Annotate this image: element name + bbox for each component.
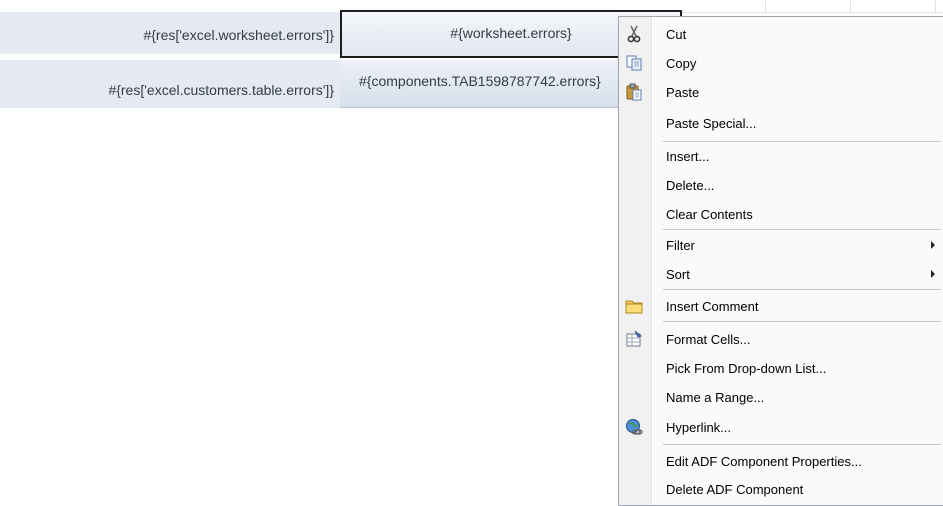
menu-item-label: Insert...: [666, 148, 710, 164]
menu-item-label: Paste Special...: [666, 115, 757, 131]
menu-item-insert[interactable]: Insert...: [619, 142, 943, 170]
grid-line: [850, 0, 851, 12]
menu-item-copy[interactable]: Copy: [619, 49, 943, 77]
scissors-icon: [625, 25, 643, 43]
comment-folder-icon: [625, 297, 643, 315]
submenu-arrow-icon: [931, 270, 935, 278]
hyperlink-globe-icon: [625, 418, 643, 436]
menu-item-paste-special[interactable]: Paste Special...: [619, 109, 943, 137]
menu-separator: [663, 321, 941, 323]
grid-line: [680, 12, 943, 13]
menu-item-label: Format Cells...: [666, 331, 751, 347]
menu-item-name-range[interactable]: Name a Range...: [619, 383, 943, 411]
clipboard-paste-icon: [625, 83, 643, 101]
menu-item-edit-adf-properties[interactable]: Edit ADF Component Properties...: [619, 447, 943, 475]
menu-item-label: Pick From Drop-down List...: [666, 360, 827, 376]
menu-item-paste[interactable]: Paste: [619, 78, 943, 106]
menu-item-label: Filter: [666, 237, 695, 253]
menu-item-sort[interactable]: Sort: [619, 260, 943, 288]
cell-customers-table-errors-label[interactable]: #{res['excel.customers.table.errors']}: [0, 60, 340, 108]
menu-item-label: Hyperlink...: [666, 419, 732, 435]
menu-separator: [663, 289, 941, 291]
menu-item-label: Copy: [666, 55, 697, 71]
menu-item-format-cells[interactable]: Format Cells...: [619, 325, 943, 353]
context-menu: Cut Copy Paste Paste Special... Insert..…: [618, 16, 943, 506]
grid-line: [935, 0, 936, 12]
grid-line: [765, 0, 766, 12]
menu-separator: [663, 229, 941, 231]
menu-item-label: Cut: [666, 26, 687, 42]
menu-item-filter[interactable]: Filter: [619, 231, 943, 259]
menu-item-label: Edit ADF Component Properties...: [666, 453, 862, 469]
menu-item-label: Name a Range...: [666, 389, 765, 405]
menu-item-label: Insert Comment: [666, 298, 759, 314]
menu-item-label: Sort: [666, 266, 690, 282]
menu-item-delete[interactable]: Delete...: [619, 171, 943, 199]
menu-item-pick-dropdown[interactable]: Pick From Drop-down List...: [619, 354, 943, 382]
menu-item-delete-adf-component[interactable]: Delete ADF Component: [619, 475, 943, 503]
menu-item-hyperlink[interactable]: Hyperlink...: [619, 413, 943, 441]
menu-item-label: Delete ADF Component: [666, 481, 804, 497]
format-cells-icon: [625, 330, 643, 348]
menu-separator: [663, 444, 941, 446]
menu-item-label: Delete...: [666, 177, 715, 193]
menu-item-label: Paste: [666, 84, 700, 100]
menu-item-cut[interactable]: Cut: [619, 20, 943, 48]
copy-icon: [625, 54, 643, 72]
submenu-arrow-icon: [931, 241, 935, 249]
menu-item-insert-comment[interactable]: Insert Comment: [619, 292, 943, 320]
cell-worksheet-errors-label[interactable]: #{res['excel.worksheet.errors']}: [0, 12, 340, 54]
menu-item-label: Clear Contents: [666, 206, 753, 222]
menu-item-clear-contents[interactable]: Clear Contents: [619, 200, 943, 228]
